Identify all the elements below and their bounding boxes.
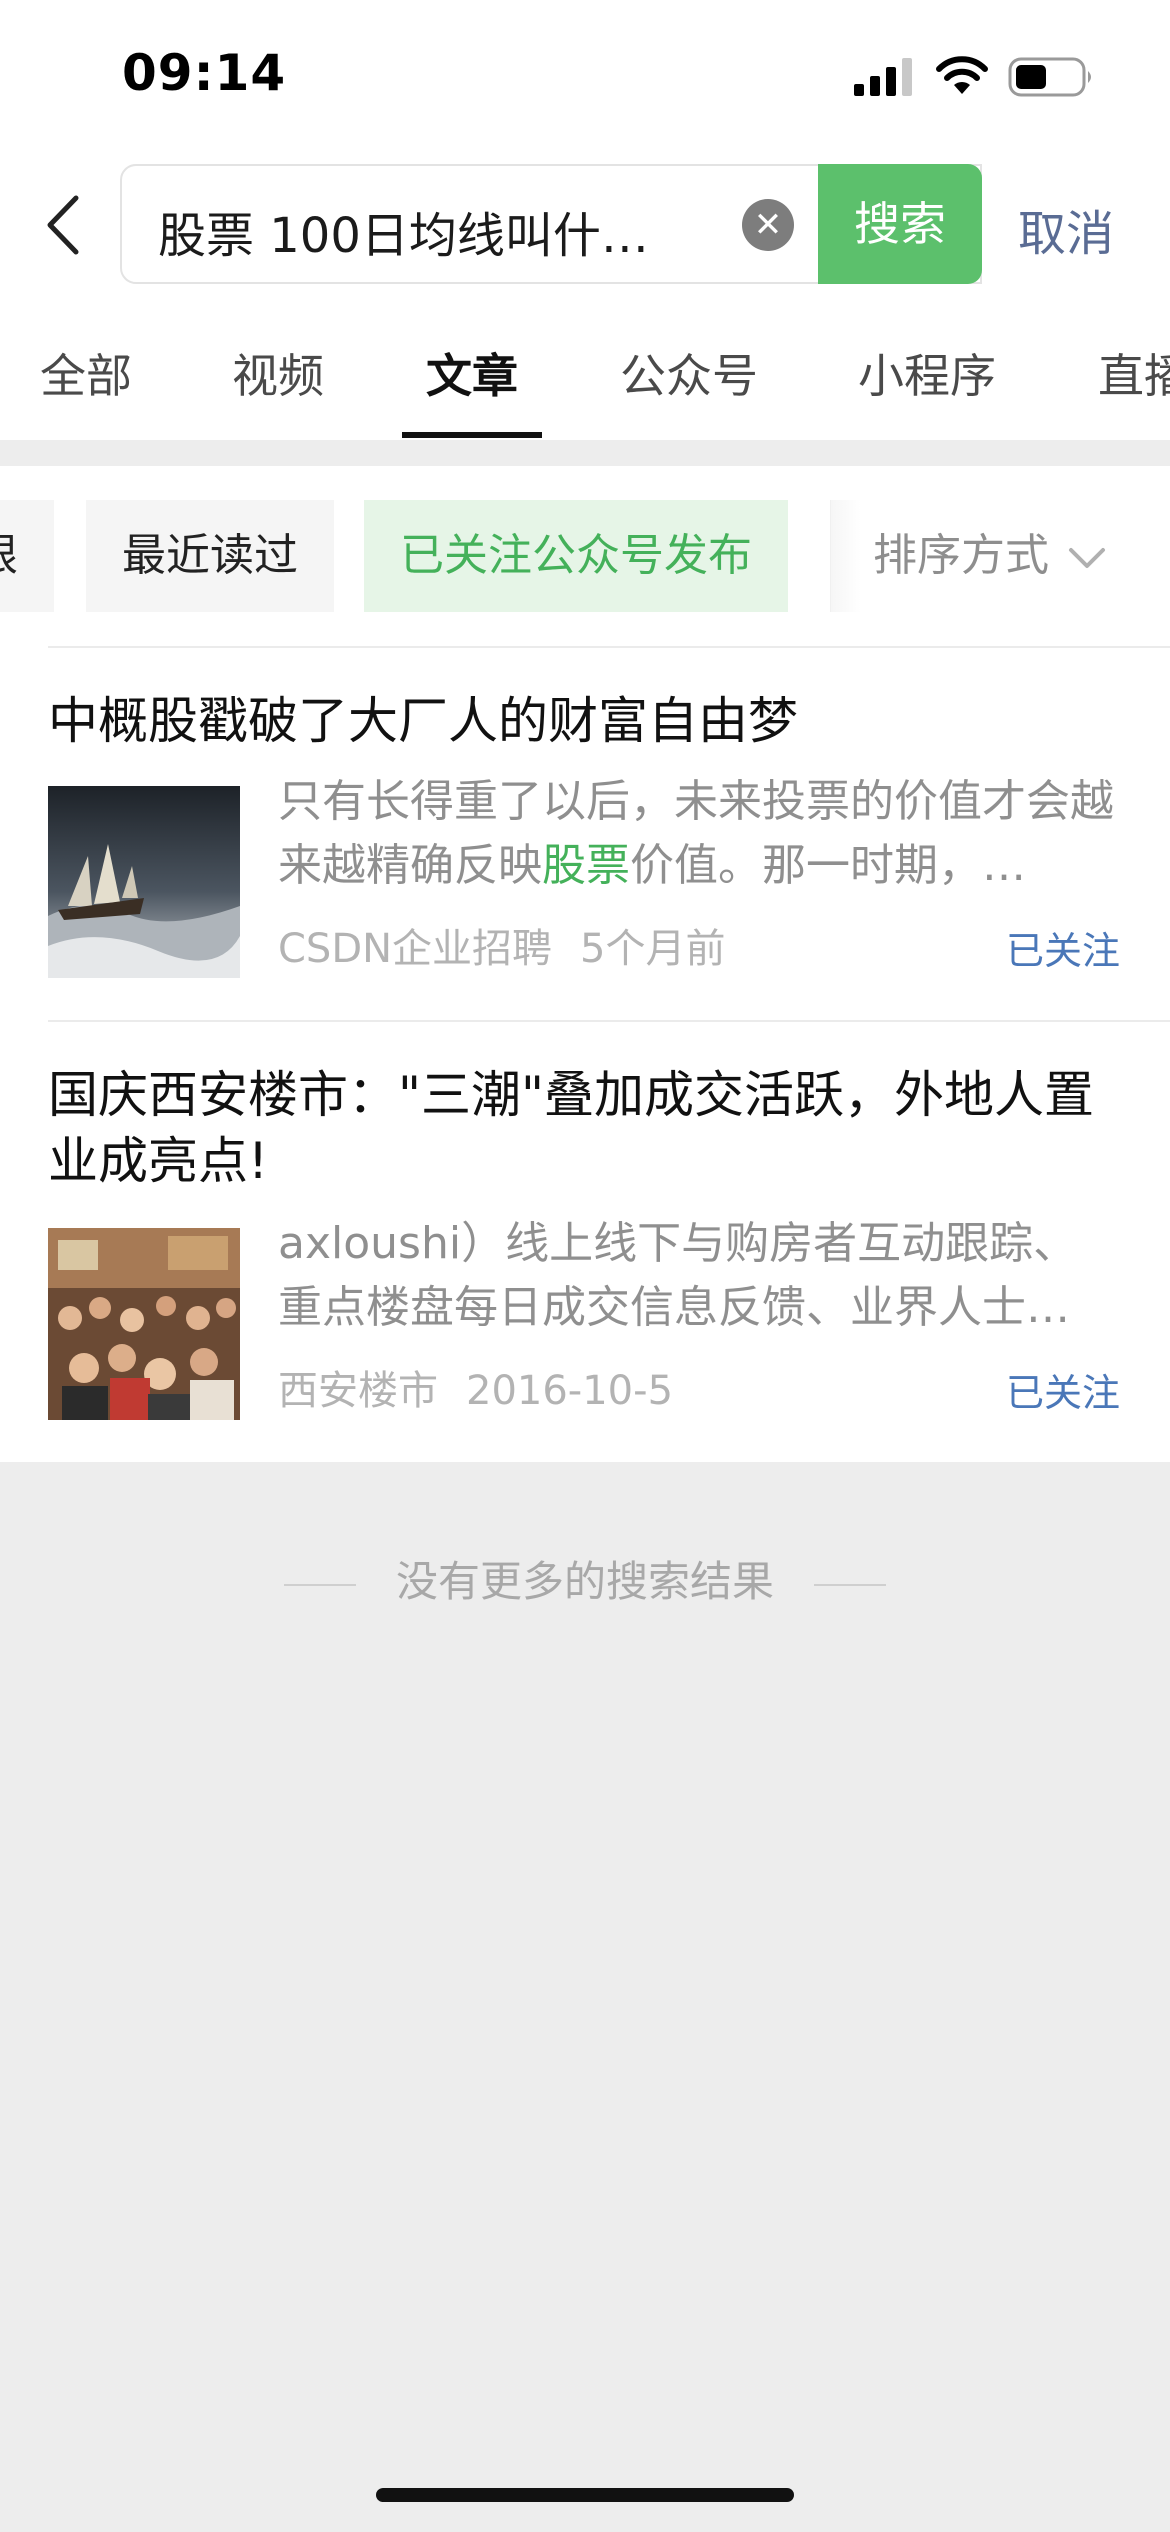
search-query-text: 股票 100日均线叫什… (158, 208, 649, 264)
result-snippet: axloushi）线上线下与购房者互动跟踪、重点楼盘每日成交信息反馈、业界人士… (278, 1218, 1078, 1333)
search-button[interactable]: 搜索 (818, 164, 982, 284)
tab-all[interactable]: 全部 (40, 340, 132, 406)
result-thumbnail (48, 786, 240, 978)
result-source[interactable]: 西安楼市 (278, 1368, 438, 1414)
wifi-icon (936, 56, 988, 94)
tab-official-accounts[interactable]: 公众号 (620, 340, 758, 406)
result-source[interactable]: CSDN企业招聘 (278, 926, 552, 972)
status-bar: 09:14 (0, 0, 1170, 150)
sort-dropdown[interactable]: 排序方式 (830, 500, 1107, 612)
signal-icon (854, 58, 912, 96)
clear-icon[interactable]: ✕ (742, 199, 794, 251)
result-time: 5个月前 (580, 926, 726, 972)
result-meta: 西安楼市 2016-10-5 (278, 1358, 673, 1416)
divider (48, 646, 1170, 648)
divider-line (283, 1583, 356, 1586)
result-meta: CSDN企业招聘 5个月前 (278, 916, 726, 974)
sort-label: 排序方式 (873, 530, 1049, 581)
search-header: 股票 100日均线叫什… ✕ 搜索 取消 (0, 150, 1170, 300)
followed-badge: 已关注 (1005, 929, 1120, 973)
results-list: 中概股戳破了大厂人的财富自由梦 只有长得重了以后，未来投票的价值才会越来越精确反… (0, 646, 1170, 1462)
home-indicator[interactable] (376, 2488, 794, 2502)
followed-badge: 已关注 (1005, 1371, 1120, 1415)
active-tab-indicator (402, 432, 542, 438)
tab-video[interactable]: 视频 (232, 340, 324, 406)
divider (48, 1020, 1170, 1022)
no-more-text: 没有更多的搜索结果 (395, 1557, 774, 1606)
divider-line (814, 1583, 886, 1586)
tab-mini-programs[interactable]: 小程序 (858, 340, 996, 406)
tab-live[interactable]: 直播 (1098, 340, 1170, 406)
search-results-page: 09:14 股票 100日均线叫什… ✕ 搜索 取消 全部 视频 文章 公众号 … (0, 0, 1170, 2532)
back-arrow-icon[interactable] (40, 190, 90, 260)
filter-chip-partial[interactable]: 限 (0, 500, 54, 612)
tab-articles[interactable]: 文章 (426, 340, 518, 406)
category-tabs: 全部 视频 文章 公众号 小程序 直播 (0, 300, 1170, 440)
filter-chip-recently-read[interactable]: 最近读过 (86, 500, 334, 612)
result-title[interactable]: 中概股戳破了大厂人的财富自由梦 (48, 688, 1128, 754)
result-snippet: 只有长得重了以后，未来投票的价值才会越来越精确反映股票价值。那一时期，… (278, 776, 1114, 891)
chevron-down-icon (1069, 548, 1105, 568)
result-title[interactable]: 国庆西安楼市："三潮"叠加成交活跃，外地人置业成亮点! (48, 1062, 1128, 1194)
status-time: 09:14 (122, 44, 287, 102)
battery-icon (1008, 57, 1091, 97)
result-time: 2016-10-5 (466, 1368, 674, 1414)
no-more-results: 没有更多的搜索结果 (0, 1548, 1170, 1609)
highlight-keyword: 股票 (542, 840, 630, 891)
filter-chips: 限 最近读过 已关注公众号发布 排序方式 (0, 466, 1170, 646)
filter-chip-followed-accounts[interactable]: 已关注公众号发布 (364, 500, 788, 612)
result-thumbnail (48, 1228, 240, 1420)
cancel-button[interactable]: 取消 (1018, 194, 1114, 264)
